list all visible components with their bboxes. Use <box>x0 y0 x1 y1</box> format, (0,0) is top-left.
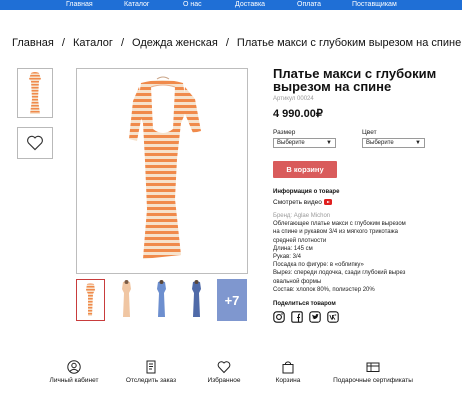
description-line: овальной формы <box>273 278 322 285</box>
breadcrumb-current: Платье макси с глубоким вырезом на спине <box>236 37 462 49</box>
bottom-nav-gift-cards-label: Подарочные сертификаты <box>333 377 413 384</box>
description-line: Посадка по фигуре: в «облипку» <box>273 262 364 269</box>
youtube-icon <box>323 199 332 205</box>
dress-thumbnail-image <box>29 72 41 114</box>
shopping-bag-icon <box>282 361 294 374</box>
color-select-value: Выберите <box>366 140 394 146</box>
user-icon <box>67 360 81 374</box>
size-label: Размер <box>273 129 296 136</box>
gallery-thumbnail-selected[interactable] <box>17 68 53 118</box>
description-line: средней плотности <box>273 237 327 244</box>
bottom-nav-track-order[interactable]: Отследить заказ <box>124 360 178 384</box>
top-nav: Главная Каталог О нас Доставка Оплата По… <box>0 0 462 10</box>
share-heading: Поделиться товаром <box>273 301 336 307</box>
more-photos-button[interactable]: +7 <box>217 279 247 321</box>
chevron-down-icon: ▼ <box>415 140 421 146</box>
receipt-icon <box>146 360 156 374</box>
dress-thumbnail-image <box>192 280 201 317</box>
breadcrumb-separator: / <box>120 37 124 49</box>
nav-delivery[interactable]: Доставка <box>235 1 265 9</box>
gallery-thumbnail[interactable] <box>182 279 211 321</box>
heart-icon <box>217 361 231 374</box>
dress-image <box>129 76 201 259</box>
bottom-nav-gift-cards[interactable]: Подарочные сертификаты <box>329 360 417 384</box>
bottom-nav-account[interactable]: Личный кабинет <box>48 360 100 384</box>
breadcrumb-category[interactable]: Одежда женская <box>132 37 218 49</box>
product-title: Платье макси с глубоким вырезом на спине <box>273 66 437 94</box>
bottom-nav-favorites[interactable]: Избранное <box>206 360 242 384</box>
bottom-nav-account-label: Личный кабинет <box>49 377 99 384</box>
nav-catalog[interactable]: Каталог <box>124 1 149 9</box>
description-line: Вырез: спереди лодочка, сзади глубокий в… <box>273 270 406 277</box>
description-line: на спине и рукавом 3/4 из мягкого трикот… <box>273 229 398 236</box>
color-select[interactable]: Выберите ▼ <box>362 138 425 148</box>
description-line: Рукав: 3/4 <box>273 254 301 261</box>
info-heading: Информация о товаре <box>273 189 340 195</box>
breadcrumb-home[interactable]: Главная <box>12 37 54 49</box>
add-to-cart-button[interactable]: В корзину <box>273 161 337 178</box>
product-sku: Артикул 00024 <box>273 96 314 102</box>
nav-home[interactable]: Главная <box>66 1 93 9</box>
twitter-icon[interactable] <box>309 311 321 323</box>
dress-thumbnail-image <box>122 280 131 317</box>
watch-video-label: Смотреть видео <box>273 199 322 206</box>
watch-video-link[interactable]: Смотреть видео <box>273 199 332 206</box>
nav-about[interactable]: О нас <box>183 1 202 9</box>
nav-payment[interactable]: Оплата <box>297 1 321 9</box>
product-description: Бренд: Aglae Michon Облегающее платье ма… <box>273 212 455 294</box>
description-line: Облегающее платье макси с глубоким вырез… <box>273 221 406 228</box>
size-select[interactable]: Выберите ▼ <box>273 138 336 148</box>
breadcrumb-separator: / <box>225 37 229 49</box>
bottom-nav-cart[interactable]: Корзина <box>274 360 302 384</box>
chevron-down-icon: ▼ <box>326 140 332 146</box>
product-main-image[interactable] <box>76 68 248 274</box>
nav-suppliers[interactable]: Поставщикам <box>352 1 397 9</box>
breadcrumb: Главная / Каталог / Одежда женская / Платье ма… <box>12 37 461 50</box>
bottom-nav-track-order-label: Отследить заказ <box>125 377 177 384</box>
product-price: 4 990.00₽ <box>273 108 323 120</box>
breadcrumb-catalog[interactable]: Каталог <box>73 37 113 49</box>
product-brand: Бренд: Aglae Michon <box>273 213 331 219</box>
instagram-icon[interactable] <box>273 311 285 323</box>
gallery-thumbnail[interactable] <box>112 279 141 321</box>
heart-icon <box>27 135 43 151</box>
dress-thumbnail-image <box>86 283 95 316</box>
description-line: Состав: хлопок 80%, полиэстер 20% <box>273 286 375 293</box>
breadcrumb-separator: / <box>61 37 65 49</box>
bottom-nav-cart-label: Корзина <box>275 377 301 384</box>
favorite-button[interactable] <box>17 127 53 159</box>
dress-thumbnail-image <box>157 280 166 317</box>
color-label: Цвет <box>362 129 377 136</box>
bottom-nav-favorites-label: Избранное <box>207 377 241 384</box>
gallery-thumbnail[interactable] <box>76 279 105 321</box>
gallery-thumbnail[interactable] <box>147 279 176 321</box>
vk-icon[interactable] <box>327 311 339 323</box>
size-select-value: Выберите <box>277 140 305 146</box>
facebook-icon[interactable] <box>291 311 303 323</box>
gift-card-icon <box>366 362 380 372</box>
description-line: Длина: 145 см <box>273 245 313 252</box>
